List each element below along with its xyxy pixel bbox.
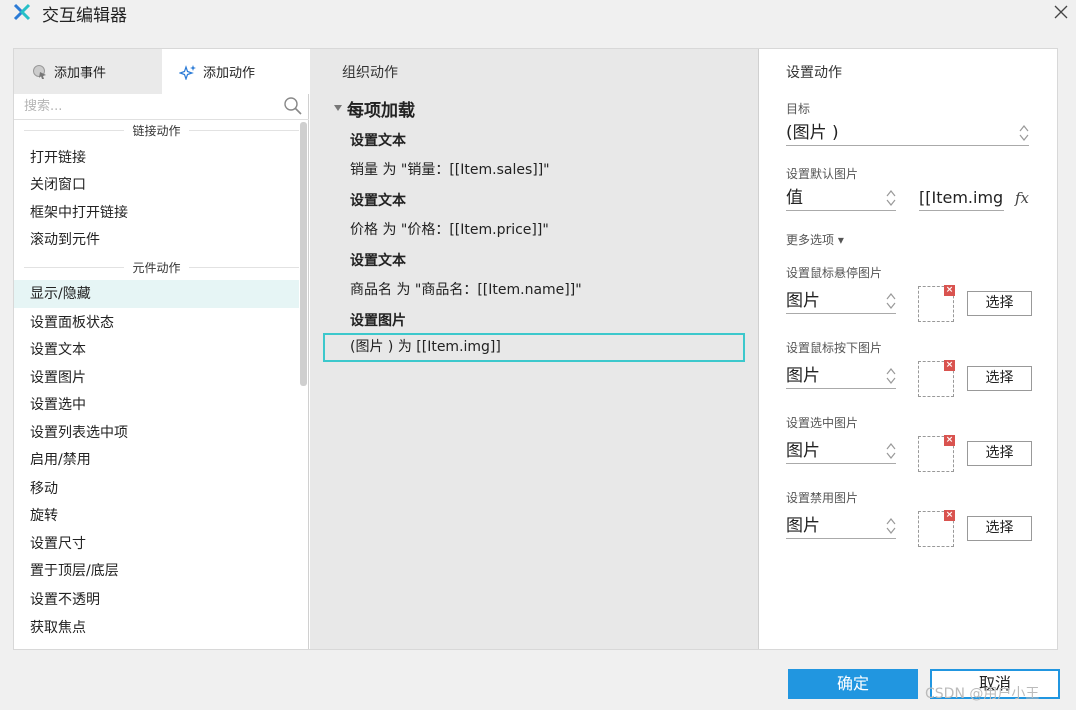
action-desc-selected[interactable]: (图片 ) 为 [[Item.img]]: [323, 333, 745, 362]
list-item[interactable]: 设置图片: [14, 364, 299, 392]
tab-bar: 添加事件 添加动作: [14, 49, 309, 94]
tab-add-action[interactable]: 添加动作: [162, 49, 309, 94]
scrollbar-thumb[interactable]: [300, 122, 307, 386]
target-value: (图片 ): [786, 123, 839, 143]
left-panel: 添加事件 添加动作 链接动作 打开链接 关闭窗口 框架中打开链接: [14, 49, 309, 649]
list-item[interactable]: 移动: [14, 475, 299, 503]
action-title[interactable]: 设置文本: [350, 190, 406, 210]
choose-button[interactable]: 选择: [967, 516, 1032, 541]
broken-image-icon: ×: [944, 360, 955, 371]
target-select[interactable]: (图片 ): [786, 120, 1029, 146]
list-item[interactable]: 关闭窗口: [14, 171, 299, 199]
search-icon[interactable]: [283, 96, 303, 116]
more-options-toggle[interactable]: 更多选项 ▾: [786, 231, 844, 248]
watermark: CSDN @用户小王: [925, 686, 1040, 702]
broken-image-icon: ×: [944, 435, 955, 446]
spinner-icon: [886, 518, 896, 534]
collapse-triangle-icon[interactable]: [334, 105, 342, 111]
group-header-widget: 元件动作: [14, 257, 299, 277]
search-input[interactable]: [24, 96, 274, 116]
ok-button[interactable]: 确定: [788, 669, 918, 699]
search-bar: [14, 94, 309, 120]
sparkle-icon: [179, 64, 196, 80]
list-item[interactable]: 设置选中: [14, 391, 299, 419]
title-bar: 交互编辑器: [0, 0, 1076, 28]
event-icon: [33, 64, 46, 79]
spinner-icon: [886, 443, 896, 459]
list-item[interactable]: 获取焦点: [14, 614, 299, 642]
list-item[interactable]: 设置面板状态: [14, 309, 299, 337]
action-title[interactable]: 设置文本: [350, 250, 406, 270]
broken-image-icon: ×: [944, 510, 955, 521]
list-item[interactable]: 设置不透明: [14, 586, 299, 614]
app-logo-icon: [13, 3, 31, 21]
target-label: 目标: [786, 102, 811, 116]
pressed-mode-select[interactable]: 图片: [786, 363, 896, 389]
event-node[interactable]: 每项加载: [334, 96, 415, 121]
image-placeholder: ×: [918, 510, 955, 547]
editor-frame: 添加事件 添加动作 链接动作 打开链接 关闭窗口 框架中打开链接: [13, 48, 1058, 650]
hover-mode-select[interactable]: 图片: [786, 288, 896, 314]
disabled-image-label: 设置禁用图片: [786, 491, 859, 505]
set-action-panel: 设置动作 目标 (图片 ) 设置默认图片 值 [[Item.img]] fx 更…: [758, 49, 1057, 649]
tab-add-event[interactable]: 添加事件: [14, 49, 162, 94]
action-title[interactable]: 设置文本: [350, 130, 406, 150]
list-item[interactable]: 设置文本: [14, 336, 299, 364]
selected-image-label: 设置选中图片: [786, 416, 859, 430]
list-item[interactable]: 滚动到元件: [14, 226, 299, 254]
group-header-link: 链接动作: [14, 120, 299, 140]
close-icon[interactable]: [1052, 3, 1070, 21]
organize-actions-panel: 组织动作 每项加载 设置文本 销量 为 "销量：[[Item.sales]]" …: [310, 49, 758, 649]
list-item[interactable]: 设置列表选中项: [14, 419, 299, 447]
tab-add-event-label: 添加事件: [54, 66, 107, 81]
action-desc[interactable]: 价格 为 "价格：[[Item.price]]": [350, 219, 549, 239]
choose-button[interactable]: 选择: [967, 441, 1032, 466]
image-placeholder: ×: [918, 360, 955, 397]
action-desc[interactable]: 商品名 为 "商品名：[[Item.name]]": [350, 279, 582, 299]
default-image-label: 设置默认图片: [786, 167, 859, 181]
panel-title: 组织动作: [342, 65, 398, 81]
event-label: 每项加载: [347, 100, 415, 121]
image-placeholder: ×: [918, 435, 955, 472]
choose-button[interactable]: 选择: [967, 366, 1032, 391]
choose-button[interactable]: 选择: [967, 291, 1032, 316]
list-item[interactable]: 启用/禁用: [14, 446, 299, 474]
pressed-image-label: 设置鼠标按下图片: [786, 341, 883, 355]
image-placeholder: ×: [918, 285, 955, 322]
list-item[interactable]: 置于顶层/底层: [14, 557, 299, 585]
action-list: 链接动作 打开链接 关闭窗口 框架中打开链接 滚动到元件 元件动作 显示/隐藏 …: [14, 120, 299, 649]
list-item[interactable]: 设置尺寸: [14, 530, 299, 558]
default-mode-select[interactable]: 值: [786, 185, 896, 211]
panel-title: 设置动作: [786, 65, 842, 81]
list-item[interactable]: 旋转: [14, 502, 299, 530]
default-image-value-input[interactable]: [[Item.img]]: [919, 185, 1004, 211]
list-item[interactable]: 打开链接: [14, 144, 299, 172]
action-desc[interactable]: 销量 为 "销量：[[Item.sales]]": [350, 159, 550, 179]
action-title[interactable]: 设置图片: [350, 310, 406, 330]
hover-image-label: 设置鼠标悬停图片: [786, 266, 883, 280]
window-title: 交互编辑器: [42, 6, 127, 26]
list-item[interactable]: 框架中打开链接: [14, 199, 299, 227]
list-item-selected[interactable]: 显示/隐藏: [14, 280, 299, 308]
tab-add-action-label: 添加动作: [203, 66, 256, 81]
disabled-mode-select[interactable]: 图片: [786, 513, 896, 539]
spinner-icon: [886, 190, 896, 206]
broken-image-icon: ×: [944, 285, 955, 296]
spinner-icon: [886, 368, 896, 384]
spinner-icon: [1019, 125, 1029, 141]
spinner-icon: [886, 293, 896, 309]
default-mode-value: 值: [786, 188, 803, 208]
fx-icon[interactable]: fx: [1015, 189, 1029, 207]
selected-mode-select[interactable]: 图片: [786, 438, 896, 464]
